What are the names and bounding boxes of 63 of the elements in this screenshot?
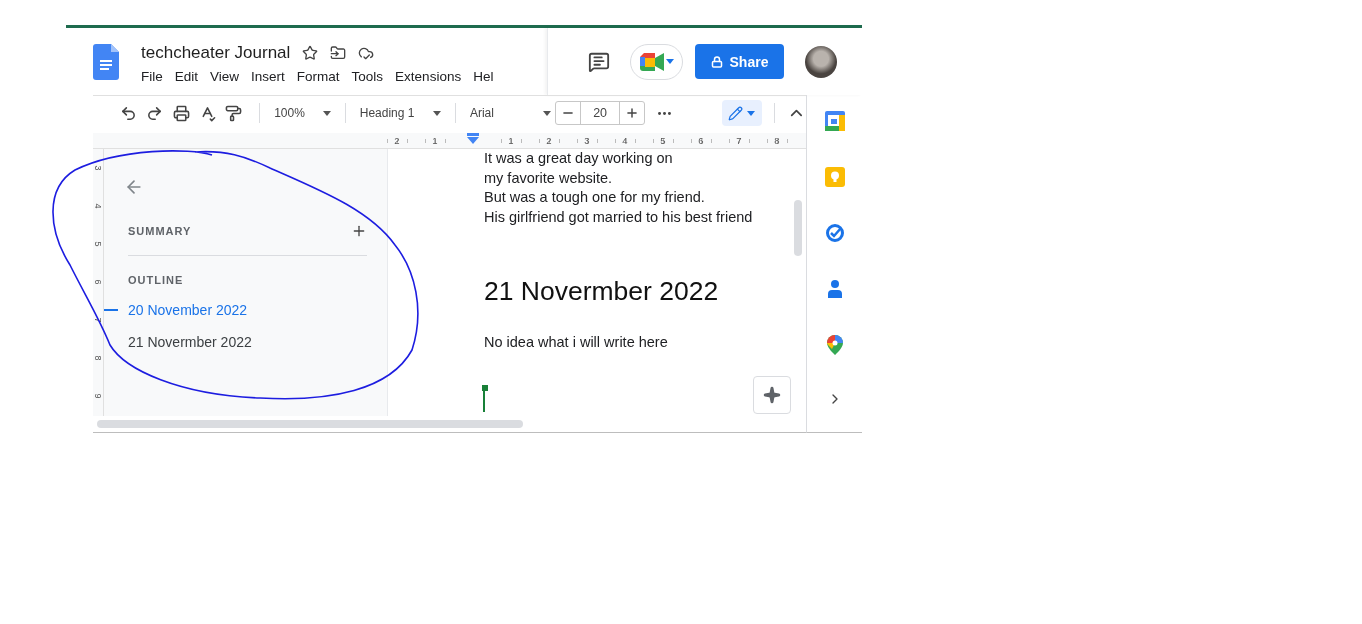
menu-item[interactable]: File <box>141 69 169 84</box>
menu-item[interactable]: Format <box>290 69 346 84</box>
lock-icon <box>710 55 723 68</box>
document-title[interactable]: techcheater Journal <box>141 43 291 63</box>
undo-icon[interactable] <box>119 104 137 122</box>
person-icon[interactable] <box>826 279 843 299</box>
caret-icon <box>747 110 756 116</box>
scrollbar-thumb[interactable] <box>794 200 802 256</box>
spellcheck-icon[interactable] <box>199 104 217 122</box>
add-summary-icon[interactable] <box>351 223 367 239</box>
caret-icon <box>665 59 674 64</box>
pencil-icon <box>728 105 744 121</box>
indent-marker-icon[interactable] <box>467 133 479 144</box>
share-button[interactable]: Share <box>695 44 784 79</box>
paint-format-icon[interactable] <box>225 104 243 122</box>
menu-item[interactable]: Edit <box>168 69 205 84</box>
summary-label: SUMMARY <box>128 225 192 237</box>
menu-item[interactable]: Insert <box>245 69 291 84</box>
editing-mode-button[interactable] <box>721 100 763 126</box>
explore-button[interactable] <box>753 376 791 414</box>
menu-item[interactable]: Tools <box>345 69 390 84</box>
map-pin-icon[interactable] <box>826 335 843 355</box>
scrollbar-thumb[interactable] <box>97 420 523 428</box>
docs-logo-icon[interactable] <box>93 43 119 80</box>
comment-icon[interactable] <box>588 50 610 73</box>
redo-icon[interactable] <box>146 104 164 122</box>
outline-heading[interactable]: 20 November 2022 <box>128 302 248 318</box>
menu-item[interactable]: Extensions <box>389 69 468 84</box>
ruler-number: 4 <box>92 202 104 211</box>
folder-icon[interactable] <box>330 45 347 61</box>
text-cursor <box>483 385 486 412</box>
ruler-number: 6 <box>92 278 104 287</box>
ruler-number: 5 <box>92 240 104 249</box>
outline-label: OUTLINE <box>128 274 185 286</box>
document-text: No idea what i will write here <box>484 333 669 352</box>
caret-icon <box>432 110 441 116</box>
selection-line <box>104 309 118 311</box>
outline-heading[interactable]: 21 Novermber 2022 <box>128 334 252 350</box>
menu-item[interactable]: View <box>204 69 246 84</box>
style-dropdown[interactable]: Heading 1 <box>357 106 443 120</box>
meet-button[interactable] <box>630 43 683 80</box>
document-text: But was a tough one for my friend. <box>484 188 706 207</box>
plus-icon <box>625 106 640 120</box>
print-icon[interactable] <box>172 104 190 122</box>
document-heading: 21 Novermber 2022 <box>484 275 720 307</box>
document-text: my favorite website. <box>484 168 614 188</box>
calendar-icon[interactable] <box>824 111 845 131</box>
star-icon[interactable] <box>302 45 319 61</box>
document-text: His girlfriend got married to his best friend <box>484 207 754 227</box>
menu-item[interactable]: Hel <box>467 69 500 84</box>
ruler-number: 8 <box>92 354 104 363</box>
caret-icon <box>322 110 331 116</box>
ruler-number: 9 <box>92 392 104 401</box>
font-dropdown[interactable]: Arial <box>467 106 554 120</box>
ruler-number: 3 <box>92 164 104 173</box>
document-text: It was a great day working on <box>484 149 674 168</box>
avatar[interactable] <box>805 45 837 78</box>
sparkle-icon <box>763 386 781 404</box>
video-camera-icon <box>639 52 664 71</box>
task-check-icon[interactable] <box>824 223 845 243</box>
cloud-check-icon[interactable] <box>358 45 375 61</box>
caret-icon <box>543 110 552 116</box>
zoom-dropdown[interactable]: 100% <box>272 106 333 120</box>
